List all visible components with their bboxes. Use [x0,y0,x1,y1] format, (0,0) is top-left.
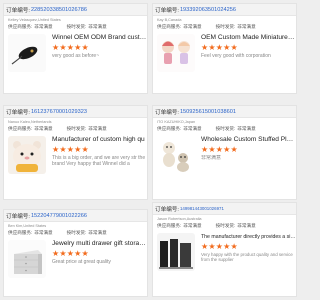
order-number-link[interactable]: 193392063501024256 [180,7,236,13]
buyer-info: Kay B,Canada [157,18,182,22]
review-card: 订单编号: 228520338501026786 Kelley Velasque… [3,3,148,94]
order-header: 订单编号: 149981443001026971 [153,203,296,215]
service-ratings: 供应商服务: 非常满意 按时发货: 非常满意 [4,229,147,236]
order-header: 订单编号: 150925615001038601 [153,106,296,118]
supplier-response-value: 非常满意 [34,126,53,131]
delivery-time-value: 非常满意 [88,126,107,131]
supplier-response-label: 供应商服务: [8,230,33,235]
supplier-response-label: 供应商服务: [8,126,33,131]
review-comment: Feel very good with corporation [201,53,271,59]
review-card: 订单编号: 149981443001026971 Jason Robertson… [152,202,297,297]
review-comment: Very happy with the product quality and … [201,252,293,263]
product-title-link[interactable]: Jewelry multi drawer gift storage b [52,240,147,248]
delivery-time-label: 按时发货: [215,24,236,29]
buyer-info: Jason Robertson,Australia [157,217,202,221]
buyer-info: ITO KAZUHIKO,Japan [157,120,196,124]
delivery-time-value: 非常满意 [237,126,256,131]
review-card: 订单编号: 161237670001029323 Nanuo Kaleo,Net… [3,105,148,200]
delivery-time-value: 非常满意 [237,223,256,228]
product-title-link[interactable]: Manufacturer of custom high qu [52,136,147,144]
order-number-link[interactable]: 161237670001029323 [31,109,87,115]
plush-bear-product-icon[interactable] [8,136,46,174]
supplier-response-label: 供应商服务: [157,126,182,131]
supplier-response-value: 非常满意 [183,24,202,29]
service-ratings: 供应商服务: 非常满意 按时发货: 非常满意 [153,125,296,132]
order-number-link[interactable]: 152204779001022266 [31,213,87,219]
product-title-link[interactable]: OEM Custom Made Miniature 3d P [201,34,296,42]
review-comment: very good as before~ [52,53,100,59]
buyer-info: Nanuo Kaleo,Netherlands [8,120,52,124]
rating-stars: ★★★★★ [201,242,238,251]
supplier-response-label: 供应商服务: [157,24,182,29]
rating-stars: ★★★★★ [52,145,89,154]
service-ratings: 供应商服务: 非常满意 按时发货: 非常满意 [153,23,296,30]
review-card: 订单编号: 152204779001022266 Ben Kim,United … [3,209,148,297]
order-number-link[interactable]: 149981443001026971 [180,206,224,211]
necklace-product-icon[interactable] [8,34,46,72]
review-comment: This is a big order, and we are very str… [52,155,146,168]
delivery-time-value: 非常满意 [88,24,107,29]
order-label: 订单编号: [155,206,179,213]
rating-stars: ★★★★★ [52,249,89,258]
review-card: 订单编号: 193392063501024256 Kay B,Canada 供应… [152,3,297,94]
supplier-response-label: 供应商服务: [8,24,33,29]
service-ratings: 供应商服务: 非常满意 按时发货: 非常满意 [153,222,296,229]
supplier-response-label: 供应商服务: [157,223,182,228]
supplier-response-value: 非常满意 [183,223,202,228]
product-title-link[interactable]: The manufacturer directly provides a sin… [201,233,296,241]
buyer-info: Kelley Velasquez,United States [8,18,61,22]
display-items-product-icon[interactable] [157,233,195,271]
order-header: 订单编号: 161237670001029323 [4,106,147,118]
supplier-response-value: 非常满意 [34,24,53,29]
figurine-product-icon[interactable] [157,34,195,72]
order-header: 订单编号: 228520338501026786 [4,4,147,16]
delivery-time-label: 按时发货: [215,126,236,131]
supplier-response-value: 非常满意 [183,126,202,131]
product-title-link[interactable]: Wholesale Custom Stuffed Plush [201,136,296,144]
review-comment: Great price at great quality [52,259,111,265]
order-label: 订单编号: [6,109,30,116]
supplier-response-value: 非常满意 [34,230,53,235]
delivery-time-label: 按时发货: [66,24,87,29]
order-label: 订单编号: [155,7,179,14]
order-number-link[interactable]: 228520338501026786 [31,7,87,13]
service-ratings: 供应商服务: 非常满意 按时发货: 非常满意 [4,125,147,132]
stuffed-toys-product-icon[interactable] [157,136,195,174]
delivery-time-value: 非常满意 [88,230,107,235]
delivery-time-value: 非常满意 [237,24,256,29]
rating-stars: ★★★★★ [52,43,89,52]
delivery-time-label: 按时发货: [215,223,236,228]
buyer-info: Ben Kim,United States [8,224,47,228]
delivery-time-label: 按时发货: [66,230,87,235]
order-label: 订单编号: [6,213,30,220]
product-title-link[interactable]: Winnel OEM ODM Brand custom [52,34,147,42]
storage-box-product-icon[interactable] [8,240,46,278]
delivery-time-label: 按时发货: [66,126,87,131]
order-number-link[interactable]: 150925615001038601 [180,109,236,115]
service-ratings: 供应商服务: 非常满意 按时发货: 非常满意 [4,23,147,30]
rating-stars: ★★★★★ [201,145,238,154]
order-label: 订单编号: [6,7,30,14]
order-header: 订单编号: 193392063501024256 [153,4,296,16]
review-card: 订单编号: 150925615001038601 ITO KAZUHIKO,Ja… [152,105,297,200]
rating-stars: ★★★★★ [201,43,238,52]
order-header: 订单编号: 152204779001022266 [4,210,147,222]
order-label: 订单编号: [155,109,179,116]
review-comment: 非常满意 [201,155,222,161]
